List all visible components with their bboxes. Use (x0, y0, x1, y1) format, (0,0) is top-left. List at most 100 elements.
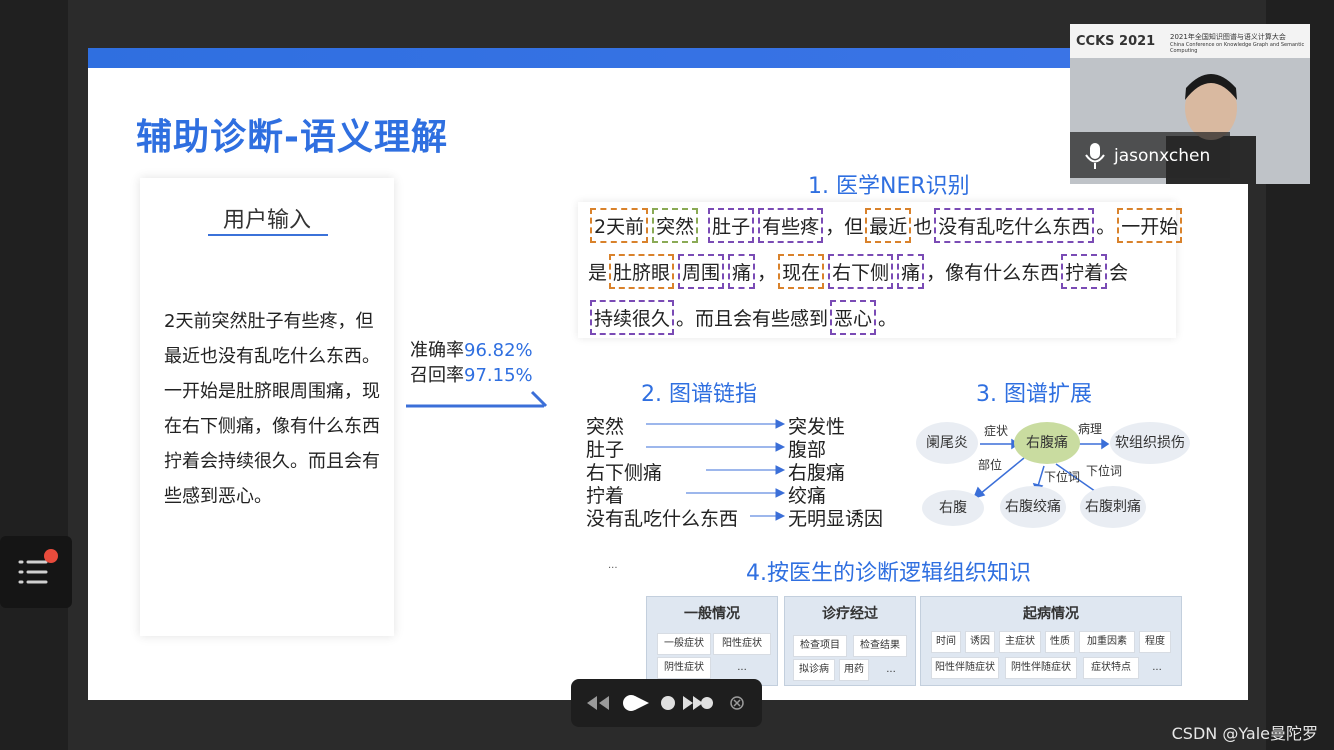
knowledge-tag: 阳性症状 (713, 633, 771, 655)
notification-badge (44, 549, 58, 563)
graph-node: 软组织损伤 (1110, 422, 1190, 464)
ner-text: 也 (913, 216, 933, 238)
playback-controls (571, 679, 762, 727)
graph-node: 右腹绞痛 (1000, 486, 1066, 528)
participant-name: jasonxchen (1114, 146, 1211, 166)
knowledge-tag: 阴性伴随症状 (1005, 657, 1077, 679)
knowledge-tag: 一般症状 (657, 633, 711, 655)
knowledge-tag: ... (1152, 662, 1162, 673)
group-treatment: 诊疗经过 检查项目 检查结果 拟诊病 用药 ... (784, 596, 916, 686)
ner-line-1: 2天前 突然 肚子 有些疼 ，但 最近也没有乱吃什么东西。一开始 (588, 208, 1184, 243)
heading-underline (208, 234, 328, 236)
ner-text: ， (757, 262, 777, 284)
group-title: 一般情况 (684, 606, 740, 622)
participant-label: jasonxchen (1070, 132, 1230, 178)
ner-entity: 现在 (778, 254, 825, 289)
expansion-heading: 3. 图谱扩展 (976, 382, 1092, 407)
group-general: 一般情况 一般症状 阳性症状 阴性症状 ... (646, 596, 778, 686)
ner-entity: 痛 (728, 254, 756, 289)
knowledge-tag: ... (886, 664, 896, 675)
linking-list: 突然 肚子 右下侧痛 拧着 没有乱吃什么东西 突发性 腹部 右腹痛 绞痛 无明显… (586, 412, 896, 532)
graph-node: 右腹刺痛 (1080, 486, 1146, 528)
ner-text: 。而且会有些感到 (676, 308, 829, 330)
progress-dot-icon[interactable] (661, 696, 675, 710)
forward-icon[interactable] (681, 695, 713, 711)
edge-label: 部位 (978, 458, 1003, 472)
ner-entity: 肚脐眼 (609, 254, 675, 289)
organize-heading: 4.按医生的诊断逻辑组织知识 (746, 561, 1031, 586)
conference-title: 2021年全国知识图谱与语义计算大会 China Conference on K… (1170, 32, 1310, 54)
knowledge-graph: 阑尾炎 右腹痛 软组织损伤 右腹 右腹绞痛 右腹刺痛 症状 病理 部位 下位词 … (914, 416, 1194, 528)
ner-text: 。 (1096, 216, 1116, 238)
group-title: 诊疗经过 (822, 606, 878, 622)
ner-entity: 肚子 (708, 208, 755, 243)
knowledge-tag: 检查项目 (793, 635, 847, 657)
knowledge-tag: 用药 (839, 659, 869, 681)
ner-line-3: 持续很久 。而且会有些感到 恶心。 (588, 300, 897, 335)
edge-label: 病理 (1078, 422, 1103, 436)
ner-entity: 突然 (652, 208, 699, 243)
ner-entity: 没有乱吃什么东西 (934, 208, 1095, 243)
microphone-icon (1085, 143, 1105, 169)
recall-value: 97.15% (464, 365, 533, 386)
knowledge-tag: 诱因 (965, 631, 995, 653)
knowledge-tag: 症状特点 (1083, 657, 1139, 679)
conference-title-cn: 2021年全国知识图谱与语义计算大会 (1170, 33, 1286, 41)
knowledge-tag: ... (737, 662, 747, 673)
ner-panel: 2天前 突然 肚子 有些疼 ，但 最近也没有乱吃什么东西。一开始 是肚脐眼 周围痛，现在右… (578, 202, 1183, 338)
slide-title: 辅助诊断-语义理解 (136, 117, 448, 158)
knowledge-tag: 主症状 (999, 631, 1041, 653)
link-target: 无明显诱因 (788, 508, 884, 530)
graph-node: 阑尾炎 (916, 422, 978, 464)
edge-label: 下位词 (1086, 464, 1123, 478)
ner-entity: 拧着 (1061, 254, 1108, 289)
ner-entity: 一开始 (1117, 208, 1183, 243)
ner-text: 会 (1109, 262, 1129, 284)
knowledge-tag: 时间 (931, 631, 961, 653)
knowledge-tag: 程度 (1139, 631, 1171, 653)
knowledge-tag: 阳性伴随症状 (931, 657, 999, 679)
ner-entity: 痛 (897, 254, 925, 289)
rewind-icon[interactable] (585, 695, 611, 711)
conference-title-en: China Conference on Knowledge Graph and … (1170, 42, 1305, 54)
webcam-video[interactable]: CCKS 2021 2021年全国知识图谱与语义计算大会 China Confe… (1070, 24, 1310, 184)
ner-line-2: 是肚脐眼 周围痛，现在 右下侧痛，像有什么东西 拧着会 (588, 254, 1128, 289)
ner-entity: 持续很久 (590, 300, 675, 335)
group-onset: 起病情况 时间 诱因 主症状 性质 加重因素 程度 阳性伴随症状 阴性伴随症状 … (920, 596, 1182, 686)
knowledge-tag: 阴性症状 (657, 657, 711, 679)
play-icon[interactable] (633, 695, 651, 711)
linking-heading: 2. 图谱链指 (641, 382, 757, 407)
ner-entity: 最近 (865, 208, 912, 243)
recall-label: 召回率 (410, 365, 464, 386)
edge-label: 下位词 (1044, 470, 1081, 484)
ner-text: 。 (878, 308, 898, 330)
user-input-text: 2天前突然肚子有些疼，但最近也没有乱吃什么东西。一开始是肚脐眼周围痛，现在右下侧… (164, 311, 380, 507)
watermark-text: CSDN @Yale曼陀罗 (1171, 724, 1318, 743)
user-input-card: 用户输入 2天前突然肚子有些疼，但最近也没有乱吃什么东西。一开始是肚脐眼周围痛，… (140, 178, 394, 636)
group-title: 起病情况 (1023, 606, 1079, 622)
link-arrows-icon (646, 419, 786, 521)
ner-text: ，但 (825, 216, 864, 238)
edge-label: 症状 (984, 424, 1009, 438)
ner-heading: 1. 医学NER识别 (808, 174, 970, 199)
precision-label: 准确率 (410, 340, 464, 361)
ner-entity: 恶心 (830, 300, 877, 335)
ner-entity: 右下侧 (828, 254, 894, 289)
conference-logo: CCKS 2021 (1076, 34, 1156, 49)
knowledge-tag: 检查结果 (853, 635, 907, 657)
close-icon[interactable] (729, 695, 745, 711)
knowledge-tag: 拟诊病 (793, 659, 835, 681)
knowledge-tag: 加重因素 (1079, 631, 1135, 653)
metrics-block: 准确率96.82% 召回率97.15% (410, 338, 533, 388)
flow-arrow-icon (406, 390, 548, 408)
ner-entity: 2天前 (590, 208, 649, 243)
user-input-heading: 用户输入 (222, 208, 311, 233)
graph-node: 右腹 (922, 490, 984, 526)
conference-banner: CCKS 2021 2021年全国知识图谱与语义计算大会 China Confe… (1070, 24, 1310, 58)
agenda-menu-button[interactable] (0, 536, 72, 608)
ellipsis-mark: ... (608, 560, 618, 571)
ner-text: ，像有什么东西 (926, 262, 1060, 284)
ner-entity: 周围 (678, 254, 725, 289)
precision-value: 96.82% (464, 340, 533, 361)
knowledge-tag: 性质 (1045, 631, 1075, 653)
